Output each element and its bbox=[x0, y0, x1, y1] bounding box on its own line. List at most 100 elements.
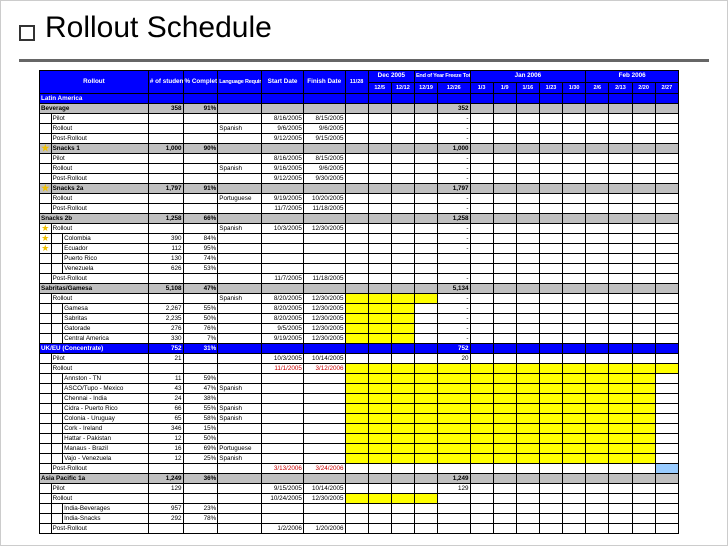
timeline-cell bbox=[563, 173, 586, 183]
star-icon bbox=[40, 443, 52, 453]
row-name: Snacks 1 bbox=[51, 143, 148, 153]
timeline-cell bbox=[563, 483, 586, 493]
timeline-cell bbox=[516, 263, 539, 273]
timeline-cell bbox=[414, 293, 437, 303]
star-icon bbox=[40, 383, 52, 393]
star-icon bbox=[40, 123, 52, 133]
students-cell: 11 bbox=[148, 373, 183, 383]
timeline-cell bbox=[586, 453, 609, 463]
timeline-cell bbox=[368, 253, 391, 263]
star-icon: ★ bbox=[40, 183, 52, 193]
eoy-cell bbox=[438, 463, 470, 473]
timeline-cell bbox=[516, 163, 539, 173]
row-name: Rollout bbox=[51, 293, 148, 303]
timeline-cell bbox=[516, 513, 539, 523]
timeline-cell bbox=[563, 373, 586, 383]
row-name: Pilot bbox=[51, 483, 148, 493]
start-cell: 11/1/2005 bbox=[262, 363, 304, 373]
timeline-cell bbox=[586, 323, 609, 333]
timeline-cell bbox=[414, 113, 437, 123]
timeline-cell bbox=[391, 513, 414, 523]
star-icon bbox=[40, 203, 52, 213]
timeline-cell bbox=[632, 463, 655, 473]
timeline-cell bbox=[414, 123, 437, 133]
lang-cell bbox=[218, 463, 262, 473]
timeline-cell bbox=[516, 123, 539, 133]
lang-cell bbox=[218, 473, 262, 483]
pct-cell: 38% bbox=[183, 393, 218, 403]
timeline-cell bbox=[493, 143, 516, 153]
timeline-cell bbox=[345, 463, 368, 473]
finish-cell bbox=[303, 453, 345, 463]
lang-cell bbox=[218, 93, 262, 103]
timeline-cell bbox=[516, 493, 539, 503]
finish-cell bbox=[303, 243, 345, 253]
timeline-cell bbox=[516, 103, 539, 113]
finish-cell bbox=[303, 283, 345, 293]
timeline-cell bbox=[539, 383, 562, 393]
timeline-cell bbox=[539, 433, 562, 443]
timeline-cell bbox=[516, 363, 539, 373]
timeline-cell bbox=[368, 313, 391, 323]
row-name: Gamesa bbox=[63, 303, 149, 313]
finish-cell: 8/15/2005 bbox=[303, 113, 345, 123]
timeline-cell bbox=[391, 473, 414, 483]
start-cell: 9/19/2005 bbox=[262, 333, 304, 343]
students-cell: 65 bbox=[148, 413, 183, 423]
timeline-cell bbox=[414, 383, 437, 393]
timeline-cell bbox=[563, 103, 586, 113]
timeline-cell bbox=[655, 223, 678, 233]
timeline-cell bbox=[493, 343, 516, 353]
students-cell: 1,000 bbox=[148, 143, 183, 153]
timeline-cell bbox=[586, 203, 609, 213]
timeline-cell bbox=[368, 303, 391, 313]
timeline-cell bbox=[470, 473, 493, 483]
timeline-cell bbox=[493, 473, 516, 483]
timeline-cell bbox=[586, 143, 609, 153]
timeline-cell bbox=[563, 153, 586, 163]
table-row: Manaus - Brazil1669%Portuguese bbox=[40, 443, 679, 453]
start-cell: 9/6/2005 bbox=[262, 123, 304, 133]
timeline-cell bbox=[368, 333, 391, 343]
timeline-cell bbox=[655, 353, 678, 363]
lang-cell bbox=[218, 363, 262, 373]
timeline-cell bbox=[586, 443, 609, 453]
timeline-cell bbox=[632, 353, 655, 363]
timeline-cell bbox=[368, 363, 391, 373]
timeline-cell bbox=[586, 303, 609, 313]
timeline-cell bbox=[563, 453, 586, 463]
start-cell: 8/16/2005 bbox=[262, 153, 304, 163]
start-cell: 11/7/2005 bbox=[262, 203, 304, 213]
students-cell: 2,267 bbox=[148, 303, 183, 313]
timeline-cell bbox=[539, 503, 562, 513]
timeline-cell bbox=[470, 233, 493, 243]
finish-cell: 10/14/2005 bbox=[303, 353, 345, 363]
timeline-cell bbox=[493, 273, 516, 283]
start-cell bbox=[262, 453, 304, 463]
pct-cell: 50% bbox=[183, 433, 218, 443]
timeline-cell bbox=[414, 233, 437, 243]
eoy-cell: - bbox=[438, 333, 470, 343]
start-cell: 1/2/2006 bbox=[262, 523, 304, 533]
table-row: Rollout10/24/200512/30/2005 bbox=[40, 493, 679, 503]
row-name: Rollout bbox=[51, 123, 148, 133]
timeline-cell bbox=[493, 93, 516, 103]
table-row: Snacks 2b1,25866%1,258 bbox=[40, 213, 679, 223]
timeline-cell bbox=[368, 143, 391, 153]
timeline-cell bbox=[609, 343, 632, 353]
timeline-cell bbox=[345, 293, 368, 303]
table-row: Post-Rollout11/7/200511/18/2005- bbox=[40, 273, 679, 283]
eoy-cell: - bbox=[438, 133, 470, 143]
timeline-cell bbox=[368, 393, 391, 403]
timeline-cell bbox=[470, 483, 493, 493]
timeline-cell bbox=[655, 173, 678, 183]
star-icon bbox=[40, 133, 52, 143]
students-cell: 390 bbox=[148, 233, 183, 243]
timeline-cell bbox=[655, 123, 678, 133]
row-name: Ecuador bbox=[63, 243, 149, 253]
timeline-cell bbox=[609, 433, 632, 443]
start-cell: 9/19/2005 bbox=[262, 193, 304, 203]
timeline-cell bbox=[391, 223, 414, 233]
timeline-cell bbox=[655, 193, 678, 203]
timeline-cell bbox=[632, 323, 655, 333]
